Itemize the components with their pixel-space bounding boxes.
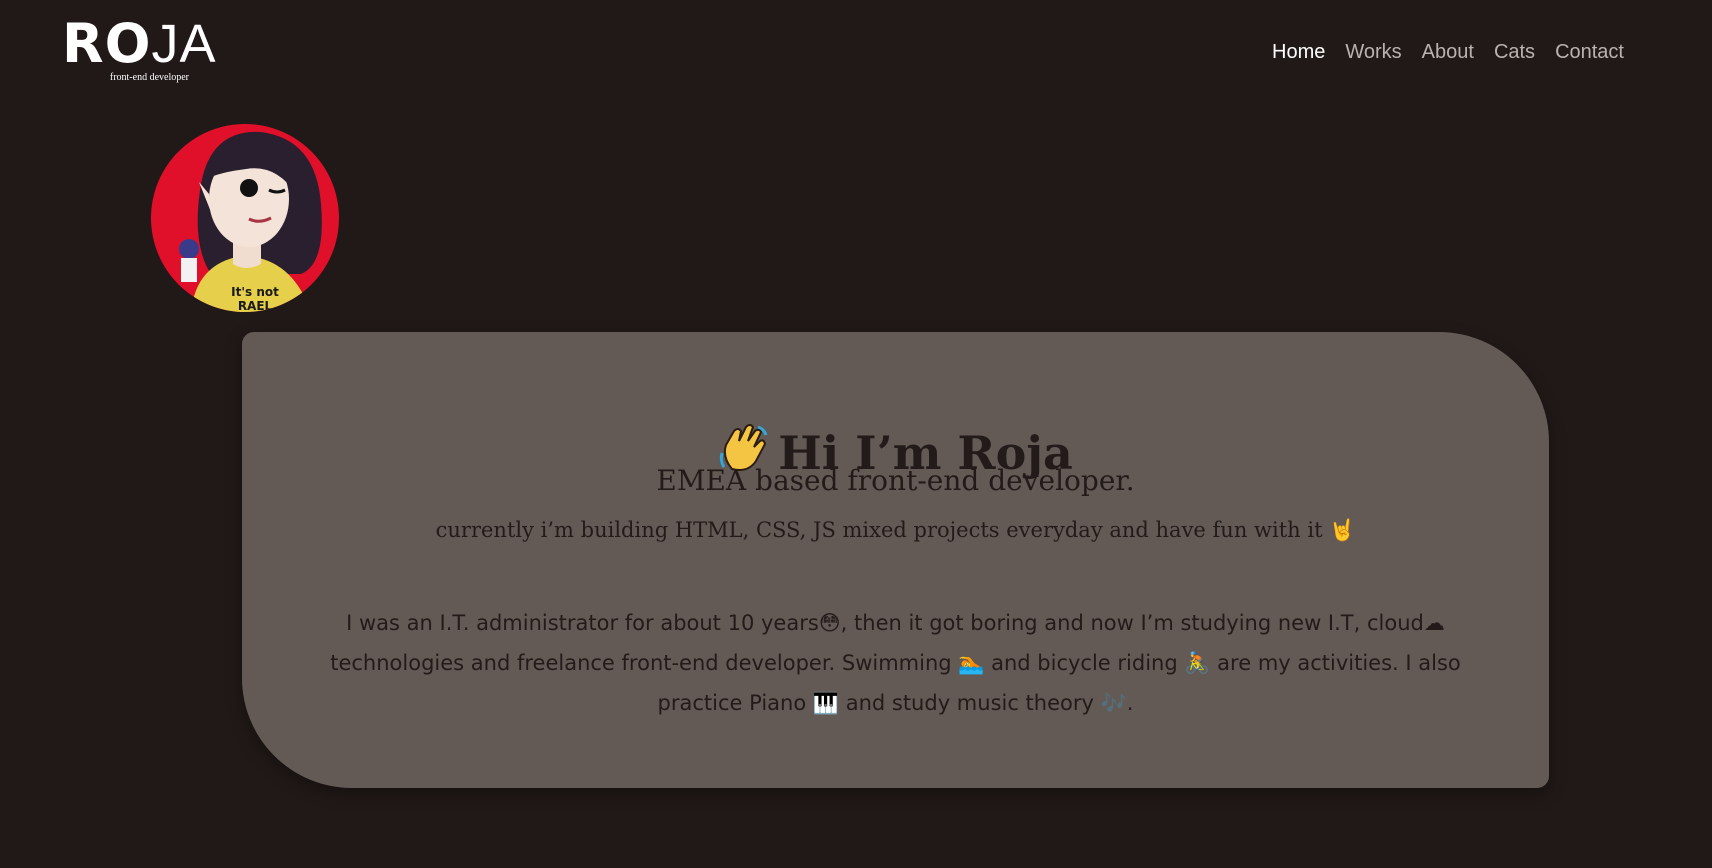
logo-text-bold: RO [62,12,152,75]
nav-about[interactable]: About [1422,38,1474,66]
avatar: It's not RAEL [151,124,339,312]
page: ROJA front-end developer Home Works Abou… [0,0,1712,868]
main-nav: Home Works About Cats Contact [1272,38,1624,66]
avatar-shirt-text: It's not [231,285,279,299]
nav-contact[interactable]: Contact [1555,38,1624,66]
hero-subtitle: EMEA based front-end developer. [656,464,1135,497]
nav-home[interactable]: Home [1272,38,1325,66]
hero-bio: I was an I.T. administrator for about 10… [330,611,1461,715]
site-logo[interactable]: ROJA front-end developer [62,14,216,86]
logo-tagline: front-end developer [109,72,189,83]
logo-wordmark: ROJA [62,12,217,75]
avatar-illustration: It's not RAEL [151,124,339,312]
hero-current-activity: currently i’m building HTML, CSS, JS mix… [435,518,1356,542]
nav-works[interactable]: Works [1345,38,1401,66]
logo-text-thin: JA [151,14,217,74]
nav-cats[interactable]: Cats [1494,38,1535,66]
svg-text:RAEL: RAEL [238,299,273,312]
intro-card: Hi I’m Roja EMEA based front-end develop… [242,332,1549,788]
